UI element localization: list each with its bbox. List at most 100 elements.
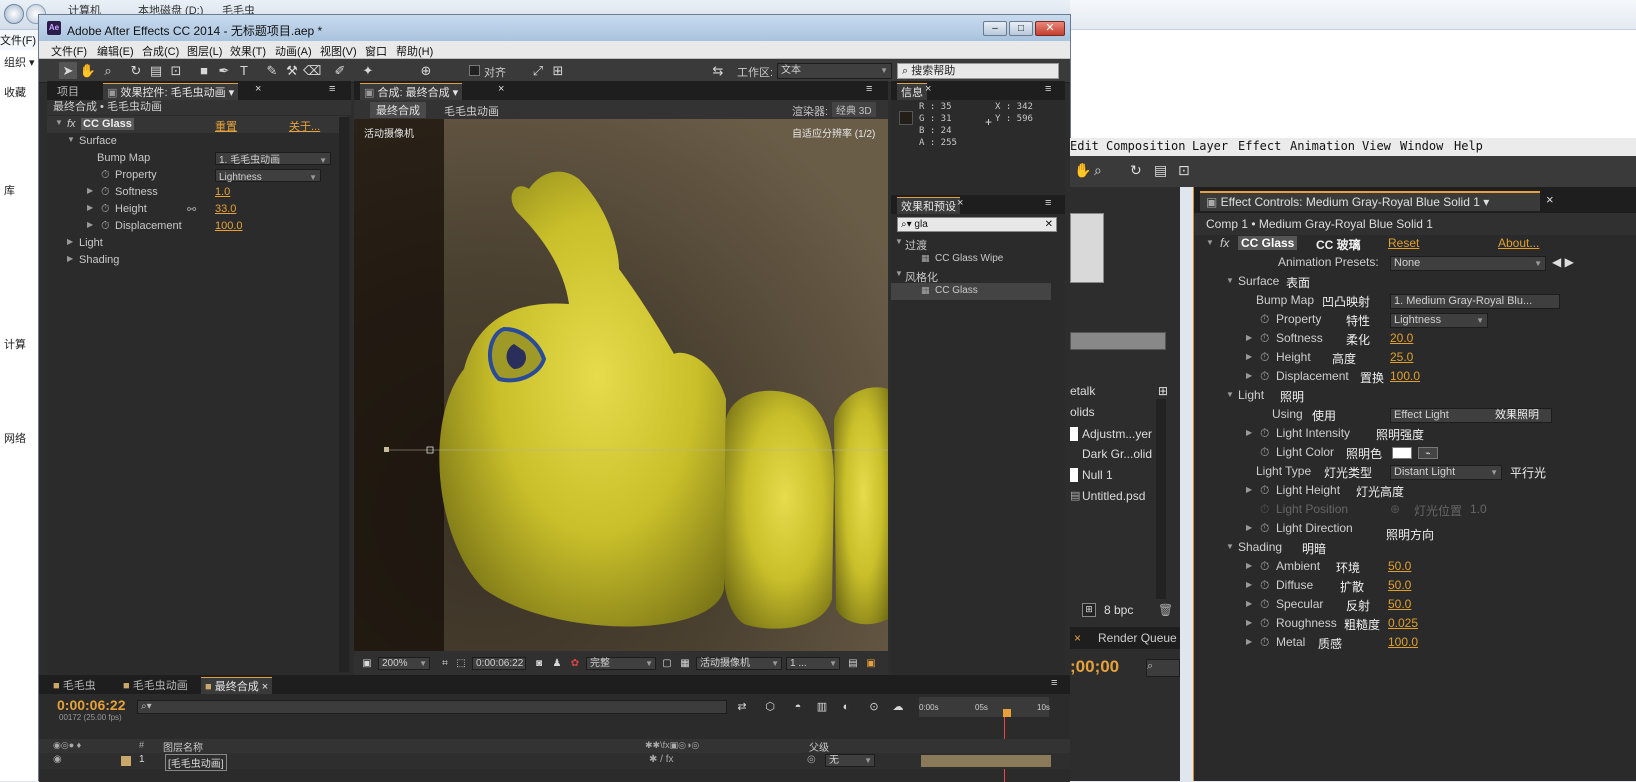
expand-triangle-icon[interactable]: ▶ [1246, 618, 1252, 627]
sidebar-item-libraries[interactable]: 库 [4, 182, 15, 198]
ae2-timecode[interactable]: ;00;00 [1070, 657, 1119, 677]
camera-tool-icon[interactable]: ▤ [147, 62, 165, 79]
ae2-bump-map-select[interactable]: 1. Medium Gray-Royal Blu... [1390, 294, 1560, 309]
ae2-metal-value[interactable]: 100.0 [1388, 635, 1418, 649]
ae2-project-folder[interactable]: olids [1070, 405, 1095, 419]
eye-icon[interactable]: ◉ [53, 754, 62, 765]
views-select[interactable]: 1 ... ▼ [786, 657, 840, 670]
zoom-select[interactable]: 200% ▼ [378, 657, 430, 670]
ae2-about-link[interactable]: About... [1498, 236, 1539, 250]
displacement-value[interactable]: 100.0 [215, 220, 243, 232]
expand-triangle-icon[interactable]: ▼ [55, 118, 63, 127]
effects-search-input[interactable]: ⌕▾ gla ✕ [897, 217, 1057, 232]
show-snapshot-icon[interactable]: ♟ [548, 655, 566, 672]
expand-triangle-icon[interactable]: ▼ [67, 135, 75, 144]
graph-editor-icon[interactable]: ⊙ [865, 699, 883, 716]
layer-duration-bar[interactable] [921, 755, 1051, 767]
stopwatch-icon[interactable]: ⏱ [101, 203, 110, 216]
roto-brush-icon[interactable]: ✐ [331, 62, 349, 79]
height-value[interactable]: 33.0 [215, 203, 236, 215]
menu-layer[interactable]: 图层(L) [187, 43, 222, 59]
layer-name[interactable]: [毛毛虫动画] [165, 754, 227, 771]
explorer-file-menu[interactable]: 文件(F) [0, 32, 36, 48]
ae2-search-input[interactable]: ⌕ [1146, 659, 1180, 677]
timeline-timecode[interactable]: 0:00:06:22 [57, 697, 126, 713]
expand-triangle-icon[interactable]: ▶ [1246, 333, 1252, 342]
ae2-flowchart-icon[interactable]: ⊞ [1158, 384, 1168, 398]
toggle-pixel-icon[interactable]: ▤ [844, 655, 862, 672]
expand-triangle-icon[interactable]: ▶ [1246, 637, 1252, 646]
parent-select[interactable]: 无 ▼ [825, 754, 875, 767]
pan-behind-tool-icon[interactable]: ⊡ [167, 62, 185, 79]
snapshot-icon[interactable]: ◙ [530, 655, 548, 672]
tab-timeline-final[interactable]: ■ 最终合成 × [201, 677, 273, 694]
toggle-panels-icon[interactable]: ⇆ [709, 62, 727, 79]
menu-view[interactable]: 视图(V) [320, 43, 357, 59]
transparency-grid-icon[interactable]: ▦ [676, 655, 694, 672]
stopwatch-icon[interactable]: ⏱ [1260, 578, 1269, 593]
ae2-menu-composition[interactable]: Composition [1106, 139, 1185, 153]
menu-effect[interactable]: 效果(T) [230, 43, 266, 59]
ae2-item-untitled-psd[interactable]: Untitled.psd [1082, 489, 1145, 503]
ae2-bpc-icon[interactable]: ⊞ [1082, 603, 1096, 617]
composition-canvas[interactable]: 活动摄像机 自适应分辨率 (1/2) [354, 119, 888, 651]
comp-mini-flowchart-icon[interactable]: ⇄ [733, 699, 751, 716]
timeline-search-input[interactable]: ⌕▾ [137, 700, 727, 714]
pen-tool-icon[interactable]: ✒ [215, 62, 233, 79]
ae2-project-scrollbar[interactable] [1156, 399, 1166, 599]
panel-menu-icon[interactable]: ≡ [1041, 197, 1055, 213]
ae2-effect-header-row[interactable]: ▼ fx CC Glass CC 玻璃 Reset About... [1194, 235, 1636, 253]
ae2-reset-link[interactable]: Reset [1388, 236, 1419, 250]
stopwatch-icon[interactable]: ⏱ [1260, 312, 1269, 327]
motion-blur-icon[interactable]: ◐ [837, 699, 855, 716]
ae2-search-field[interactable] [1070, 332, 1166, 350]
quality-select[interactable]: 完整 ▼ [586, 657, 656, 670]
ae2-item-dark-gray[interactable]: Dark Gr...olid [1082, 447, 1152, 461]
expand-triangle-icon[interactable]: ▶ [87, 203, 93, 212]
expand-triangle-icon[interactable]: ▶ [1246, 599, 1252, 608]
ae2-menu-effect[interactable]: Effect [1238, 139, 1281, 153]
column-parent[interactable]: 父级 [809, 739, 829, 754]
light-group-row[interactable]: ▶ Light [47, 235, 347, 252]
ae2-item-adjustment[interactable]: Adjustm...yer [1082, 427, 1152, 441]
minimize-button[interactable]: – [983, 21, 1007, 36]
effect-cc-glass[interactable]: ▦ CC Glass [891, 283, 1051, 300]
menu-file[interactable]: 文件(F) [51, 43, 87, 59]
stopwatch-icon[interactable]: ⏱ [1260, 426, 1269, 441]
snap-edges-icon[interactable]: ⊞ [549, 62, 567, 79]
stopwatch-icon[interactable]: ⏱ [101, 220, 110, 233]
hand-tool-icon[interactable]: ✋ [79, 62, 97, 79]
expand-triangle-icon[interactable]: ▶ [87, 220, 93, 229]
text-tool-icon[interactable]: T [235, 62, 253, 79]
panel-menu-icon[interactable]: ≡ [1047, 677, 1061, 693]
stopwatch-icon[interactable]: ⏱ [1260, 559, 1269, 574]
expand-triangle-icon[interactable]: ▼ [1226, 390, 1234, 399]
ae2-menu-help[interactable]: Help [1454, 139, 1483, 153]
menu-edit[interactable]: 编辑(E) [97, 43, 134, 59]
crumb-caterpillar-anim[interactable]: 毛毛虫动画 [444, 103, 499, 119]
always-preview-icon[interactable]: ▣ [358, 655, 376, 672]
roi-icon[interactable]: ▢ [658, 655, 676, 672]
back-button[interactable] [4, 4, 24, 24]
parent-pickwhip-icon[interactable]: ◎ [807, 754, 816, 765]
ae2-menu-animation[interactable]: Animation [1290, 139, 1355, 153]
shading-group-row[interactable]: ▶ Shading [47, 252, 347, 269]
close-tab-icon[interactable]: × [953, 197, 967, 213]
panel-menu-icon[interactable]: ≡ [1041, 83, 1055, 99]
tab-timeline-caterpillar-anim[interactable]: ■ 毛毛虫动画 [119, 677, 192, 693]
ae2-softness-value[interactable]: 20.0 [1390, 331, 1413, 345]
sidebar-item-computer[interactable]: 计算 [4, 336, 26, 352]
close-tab-icon[interactable]: × [494, 83, 508, 99]
rectangle-tool-icon[interactable]: ■ [195, 62, 213, 79]
column-layer-name[interactable]: 图层名称 [163, 739, 203, 754]
expand-triangle-icon[interactable]: ▶ [1246, 352, 1252, 361]
panel-menu-icon[interactable]: ≡ [325, 83, 339, 99]
eraser-tool-icon[interactable]: ⌫ [303, 62, 321, 79]
stopwatch-icon[interactable]: ⏱ [1260, 445, 1269, 460]
ae2-preset-nav-icon[interactable]: ◀ ▶ [1552, 255, 1574, 269]
expand-triangle-icon[interactable]: ▼ [1226, 276, 1234, 285]
ae2-property-select[interactable]: Lightness ▼ [1390, 313, 1488, 328]
shy-layers-icon[interactable]: ◓ [789, 699, 807, 716]
eyedropper-icon[interactable]: ⌁ [1418, 447, 1438, 459]
reset-link[interactable]: 重置 [215, 118, 237, 134]
